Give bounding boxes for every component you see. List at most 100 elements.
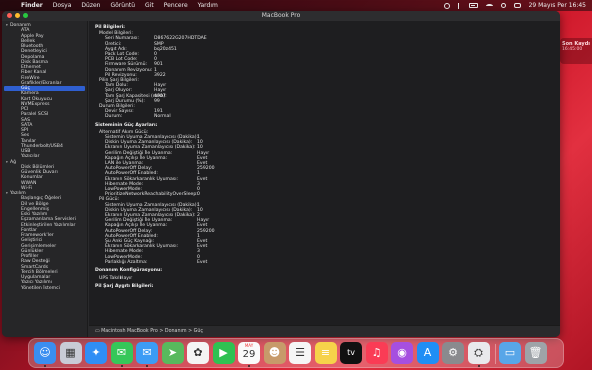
facetime-glyph: ▶ — [219, 346, 228, 359]
sidebar-item-label: Yazıcı Yazılımı — [21, 280, 52, 286]
window-controls — [7, 13, 28, 18]
path-bar: ▭ Macintosh MacBook Pro > Donanım > Güç — [89, 325, 560, 337]
system-preferences-icon[interactable]: ⚙ — [442, 342, 464, 364]
path-bar-text[interactable]: Macintosh MacBook Pro > Donanım > Güç — [101, 329, 203, 334]
status-circle-icon[interactable] — [443, 2, 450, 9]
sidebar-item-label: SATA — [21, 122, 33, 128]
menu-go[interactable]: Git — [145, 0, 154, 11]
sidebar-item-label: Fiber Kanal — [21, 70, 47, 76]
reminders-icon[interactable]: ☰ — [289, 342, 311, 364]
info-row: UPS Takılı: Hayır — [95, 276, 555, 281]
appletv-glyph: tv — [347, 348, 355, 357]
sidebar-item-label: WWAN — [21, 180, 37, 186]
reminders-glyph: ☰ — [295, 346, 305, 359]
contacts-glyph: ☻ — [268, 346, 281, 359]
menu-help[interactable]: Yardım — [198, 0, 218, 11]
mail-icon[interactable]: ✉ — [136, 342, 158, 364]
system-information-icon[interactable]: ⛭ — [467, 342, 490, 364]
launchpad-icon[interactable]: ▦ — [59, 342, 82, 364]
system-information-glyph: ⛭ — [474, 346, 483, 359]
info-row: Durum: Normal — [95, 114, 555, 119]
window-title: MacBook Pro — [261, 12, 301, 19]
music-icon[interactable]: ♫ — [365, 342, 388, 364]
sidebar-item-label: Depolama — [21, 54, 45, 60]
safari-glyph: ✦ — [91, 346, 101, 359]
sidebar-item-label: Raw Desteği — [21, 259, 50, 265]
sidebar-item-label: Başlangıç Öğeleri — [21, 196, 62, 202]
sidebar-item-label: Grafikler/Ekranlar — [21, 80, 62, 86]
menu-window[interactable]: Pencere — [164, 0, 188, 11]
downloads-folder-glyph: ▭ — [504, 346, 516, 359]
sidebar-item-label: Geliştirici — [21, 238, 43, 244]
window-titlebar[interactable]: MacBook Pro — [2, 11, 560, 21]
zoom-button[interactable] — [23, 13, 28, 18]
sidebar-item-label: FireWire — [21, 75, 40, 81]
sidebar-item-label: Konumlar — [21, 175, 43, 181]
battery-icon[interactable] — [468, 3, 478, 8]
clock[interactable]: 29 Mayıs Per 16:45 — [529, 0, 586, 11]
podcasts-icon[interactable]: ◉ — [391, 342, 413, 364]
notes-icon[interactable]: ≡ — [314, 342, 337, 364]
menu-finder[interactable]: Finder — [21, 0, 43, 11]
sidebar: ▾ Donanım ATA Apple Pay Bellek Bluetooth Denet… — [2, 21, 88, 337]
launchpad-glyph: ▦ — [65, 346, 76, 359]
system-preferences-glyph: ⚙ — [448, 346, 458, 359]
contacts-icon[interactable]: ☻ — [263, 342, 286, 364]
menu-edit[interactable]: Düzen — [81, 0, 100, 11]
maps-icon[interactable]: ➤ — [161, 342, 184, 364]
running-indicator — [146, 365, 148, 367]
detail-pane: Pil Bilgileri: Model Bilgileri: Seri Numar… — [89, 21, 560, 325]
info-row: Parlaklığı Azaltma: Evet — [95, 260, 555, 265]
sidebar-item-label: SmartCards — [21, 264, 49, 270]
sidebar-item-label: Günlükler — [21, 248, 44, 254]
running-indicator — [248, 365, 250, 367]
sidebar-item-label: Kamera — [21, 91, 39, 97]
podcasts-glyph: ◉ — [397, 346, 407, 359]
sidebar-item-label: Thunderbolt/USB4 — [21, 143, 63, 149]
system-information-window: MacBook Pro ▾ Donanım ATA Apple Pay Bellek Bl… — [2, 11, 560, 337]
safari-icon[interactable]: ✦ — [85, 342, 107, 364]
section-heading: Pil Şarj Aygıtı Bilgileri: — [95, 284, 555, 289]
desktop-widget: Son Kaydı 16:45:00 — [560, 38, 592, 64]
section-heading: Pil Bilgileri: — [95, 25, 555, 30]
info-label: Pil Şarj Aygıtı Bilgileri: — [95, 284, 154, 290]
dock: ☺ ▦ ✦ ✉ ✉ ➤ ✿ ▶ MAY 29 ☻ ☰ ≡ tv ♫ ◉ A ⚙ ⛭ ▭ 🗑 — [28, 338, 564, 368]
messages-icon[interactable]: ✉ — [110, 342, 133, 364]
mail-glyph: ✉ — [142, 346, 152, 359]
sidebar-item-label: Ses — [21, 133, 30, 139]
running-indicator — [477, 365, 480, 367]
photos-icon[interactable]: ✿ — [187, 342, 209, 364]
sidebar-item-label: Ağ — [10, 159, 17, 165]
sidebar-item-label: Engellenmiş — [21, 206, 49, 212]
messages-glyph: ✉ — [116, 346, 127, 359]
finder-icon[interactable]: ☺ — [34, 342, 56, 364]
appletv-icon[interactable]: tv — [340, 342, 362, 364]
notes-glyph: ≡ — [320, 346, 331, 359]
control-center-icon[interactable] — [513, 3, 521, 8]
close-button[interactable] — [7, 13, 12, 18]
section-heading: Donanım Konfigürasyonu: — [95, 268, 555, 273]
trash-icon[interactable]: 🗑 — [524, 342, 547, 364]
sidebar-item-label: Disk Basma — [21, 59, 48, 65]
dock-separator — [495, 344, 496, 364]
downloads-folder-icon[interactable]: ▭ — [499, 342, 521, 364]
info-label: Pil Bilgileri: — [95, 25, 125, 30]
sidebar-item-label: Paralel SCSI — [21, 112, 49, 118]
menu-file[interactable]: Dosya — [53, 0, 72, 11]
facetime-icon[interactable]: ▶ — [212, 342, 235, 364]
bluetooth-icon[interactable] — [457, 2, 461, 9]
sidebar-item-y-netilen-i-stemci[interactable]: Yönetilen İstemci — [2, 286, 87, 291]
finder-glyph: ☺ — [39, 346, 51, 359]
sidebar-item-label: Yazıcılar — [21, 154, 40, 160]
appstore-icon[interactable]: A — [416, 342, 439, 364]
sidebar-item-label: Yönetilen İstemci — [21, 285, 60, 291]
maps-glyph: ➤ — [167, 346, 178, 359]
calendar-icon[interactable]: MAY 29 — [238, 342, 260, 364]
minimize-button[interactable] — [15, 13, 20, 18]
spotlight-search-icon[interactable] — [500, 3, 506, 8]
sidebar-item-label: ATA — [21, 28, 30, 34]
sidebar-item-label: Bellek — [21, 38, 36, 44]
sidebar-item-label: Wi-Fi — [21, 185, 32, 191]
menu-view[interactable]: Görüntü — [110, 0, 135, 11]
wifi-icon[interactable] — [485, 3, 493, 8]
